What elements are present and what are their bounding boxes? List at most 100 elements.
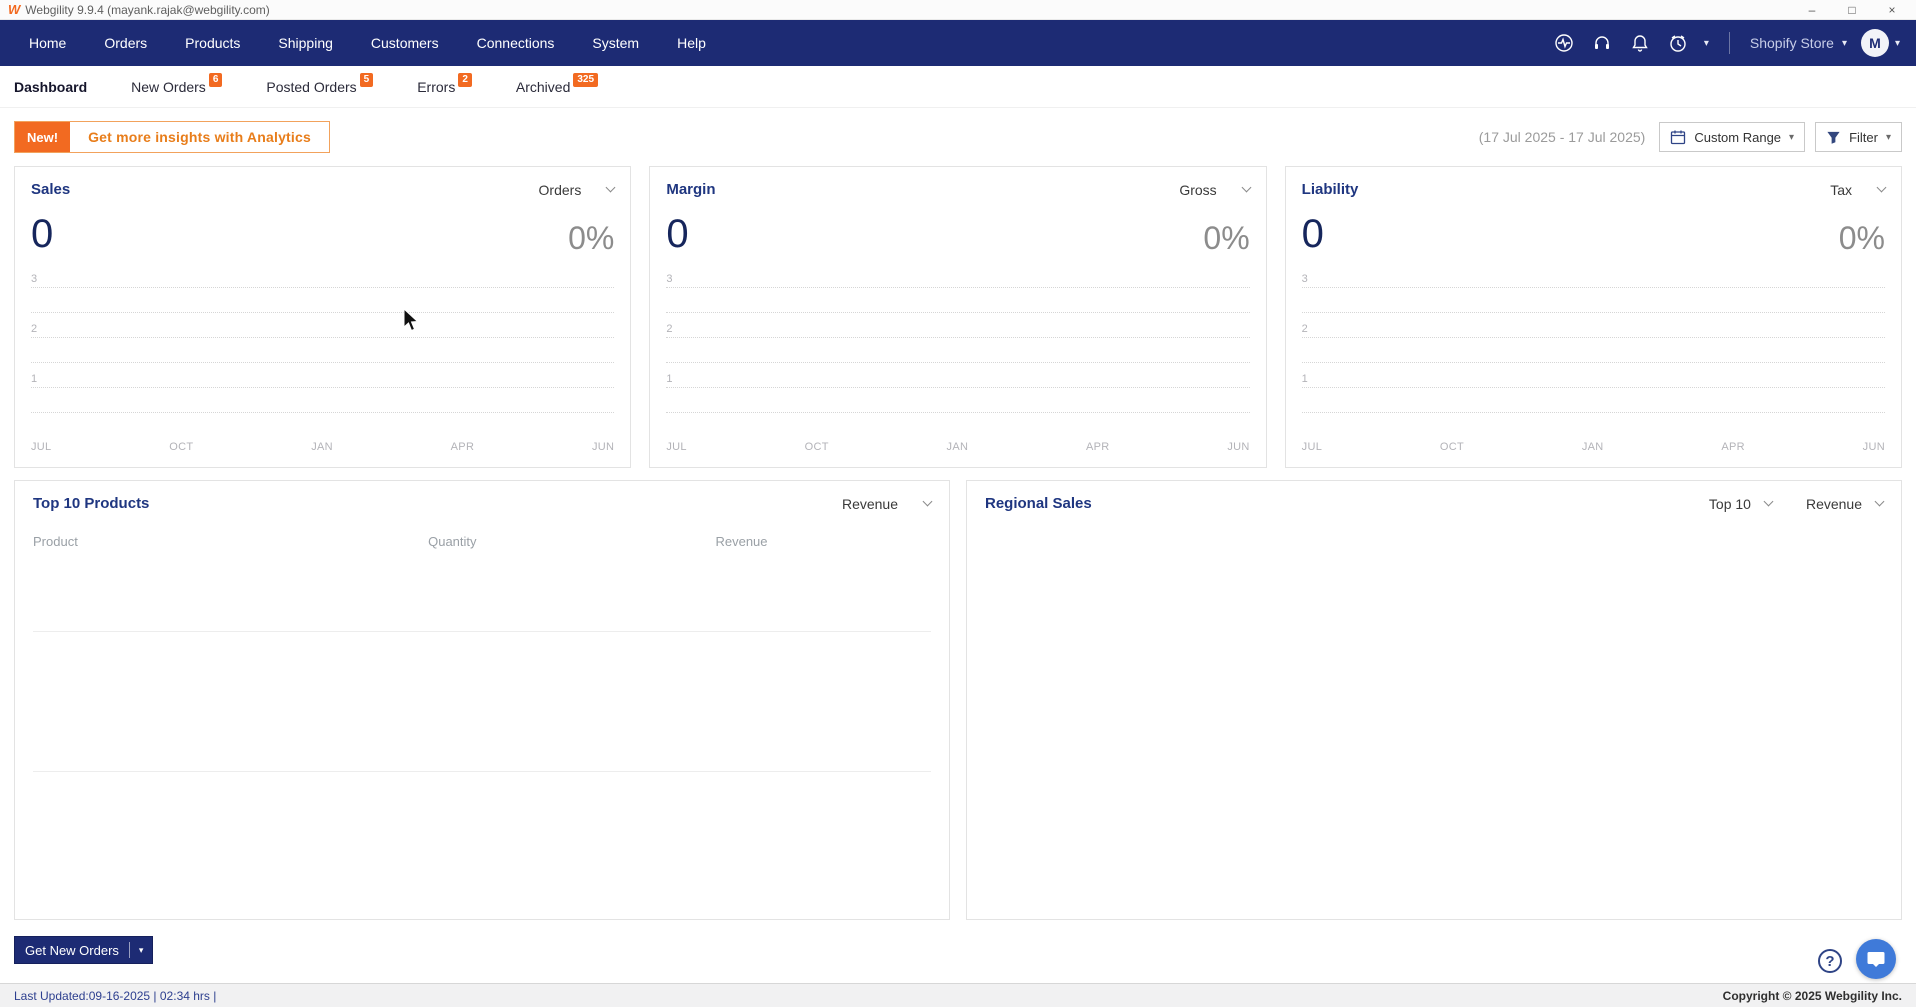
top-products-metric-dropdown[interactable]: Revenue: [841, 495, 933, 512]
y-tick: 2: [31, 323, 38, 335]
app-window: W Webgility 9.9.4 (mayank.rajak@webgilit…: [0, 0, 1916, 1007]
x-tick: OCT: [804, 441, 829, 453]
sales-metric-dropdown[interactable]: Orders: [539, 182, 616, 198]
user-menu-caret-icon: ▾: [1894, 37, 1900, 49]
liability-total-value: 0: [1301, 212, 1324, 256]
tab-new-orders-label: New Orders: [131, 78, 206, 95]
copyright-label: Copyright © 2025 Webgility Inc.: [1722, 988, 1902, 1003]
nav-item-orders[interactable]: Orders: [85, 35, 166, 51]
gridline: [31, 362, 615, 363]
tab-errors[interactable]: Errors 2: [411, 72, 478, 95]
gridline: [666, 387, 1250, 388]
nav-item-home[interactable]: Home: [10, 35, 85, 51]
nav-item-products[interactable]: Products: [166, 35, 259, 51]
close-button[interactable]: ×: [1872, 1, 1912, 19]
tab-dashboard[interactable]: Dashboard: [8, 79, 93, 95]
chat-launcher-button[interactable]: [1856, 939, 1896, 979]
analytics-pulse-icon[interactable]: [1552, 31, 1576, 55]
chevron-down-icon: [605, 182, 616, 193]
liability-x-axis: JUL OCT JAN APR JUN: [1302, 441, 1885, 453]
liability-chart: 3 2 1: [1301, 273, 1885, 433]
scheduler-caret-icon[interactable]: ▾: [1704, 38, 1709, 49]
nav-item-system[interactable]: System: [573, 35, 658, 51]
tabbar: Dashboard New Orders 6 Posted Orders 5 E…: [0, 66, 1916, 108]
chevron-down-icon: [1874, 496, 1885, 507]
question-mark-icon: ?: [1825, 952, 1835, 970]
custom-range-caret-icon: ▾: [1789, 131, 1795, 143]
posted-orders-count-badge: 5: [359, 72, 374, 87]
tab-dashboard-label: Dashboard: [14, 78, 88, 95]
margin-card-title: Margin: [666, 181, 716, 198]
webgility-logo-icon: W: [8, 2, 21, 17]
gridline: [1301, 362, 1885, 363]
x-tick: JAN: [311, 441, 333, 453]
regional-topn-dropdown[interactable]: Top 10: [1708, 495, 1774, 512]
margin-metric-dropdown[interactable]: Gross: [1179, 181, 1252, 198]
gridline: [666, 287, 1250, 288]
column-quantity: Quantity: [428, 534, 477, 549]
regional-metric-dropdown[interactable]: Revenue: [1806, 496, 1885, 512]
gridline: [666, 337, 1250, 338]
minimize-button[interactable]: –: [1792, 1, 1832, 19]
table-row-separator: [33, 631, 931, 632]
sales-card-title: Sales: [31, 181, 71, 198]
sales-chart: 3 2 1: [31, 273, 615, 433]
x-tick: JAN: [1581, 441, 1604, 453]
liability-metric-dropdown[interactable]: Tax: [1830, 182, 1887, 198]
top-products-metric-value: Revenue: [841, 495, 898, 512]
margin-metric-value: Gross: [1179, 181, 1217, 198]
new-badge: New!: [15, 122, 71, 152]
x-tick: OCT: [169, 441, 194, 453]
margin-chart: 3 2 1: [666, 273, 1250, 433]
x-tick: APR: [450, 441, 475, 453]
avatar: M: [1860, 29, 1889, 57]
nav-item-connections[interactable]: Connections: [458, 35, 574, 51]
new-orders-count-badge: 6: [208, 72, 223, 87]
statusbar: Last Updated:09-16-2025 | 02:34 hrs | Co…: [0, 983, 1916, 1007]
date-range-label: (17 Jul 2025 - 17 Jul 2025): [1478, 129, 1646, 145]
y-tick: 3: [1301, 273, 1308, 285]
calendar-icon: [1671, 130, 1686, 145]
tab-archived[interactable]: Archived 325: [510, 72, 604, 95]
get-new-orders-button[interactable]: Get New Orders ▾: [14, 936, 154, 964]
filter-button[interactable]: Filter ▾: [1815, 122, 1902, 152]
store-caret-icon: ▾: [1841, 37, 1847, 49]
nav-item-customers[interactable]: Customers: [352, 35, 458, 51]
regional-sales-title: Regional Sales: [985, 495, 1092, 512]
help-button[interactable]: ?: [1818, 949, 1842, 973]
chevron-down-icon: [1241, 182, 1252, 193]
maximize-button[interactable]: □: [1832, 1, 1872, 19]
store-selector-dropdown[interactable]: Shopify Store ▾: [1750, 35, 1847, 51]
margin-total-value: 0: [666, 212, 689, 256]
gridline: [1301, 312, 1885, 313]
column-revenue: Revenue: [715, 534, 768, 549]
scheduler-clock-icon[interactable]: [1666, 31, 1690, 55]
table-row-separator: [33, 771, 931, 772]
sales-percent-value: 0%: [568, 220, 615, 256]
filter-funnel-icon: [1827, 131, 1840, 144]
margin-percent-value: 0%: [1203, 220, 1250, 256]
tab-posted-orders[interactable]: Posted Orders 5: [260, 72, 379, 95]
x-tick: JAN: [946, 441, 969, 453]
chat-bubble-icon: [1867, 952, 1885, 967]
x-tick: JUL: [666, 441, 687, 453]
filter-label: Filter: [1849, 129, 1878, 145]
nav-item-help[interactable]: Help: [658, 35, 725, 51]
nav-item-shipping[interactable]: Shipping: [259, 35, 352, 51]
x-tick: JUL: [1301, 441, 1323, 453]
main-content: New! Get more insights with Analytics (1…: [0, 108, 1916, 964]
tab-errors-label: Errors: [417, 78, 456, 95]
analytics-promo-banner[interactable]: New! Get more insights with Analytics: [14, 121, 330, 153]
get-new-orders-caret-icon[interactable]: ▾: [130, 945, 153, 956]
x-tick: JUN: [1862, 441, 1885, 453]
custom-range-button[interactable]: Custom Range ▾: [1659, 122, 1806, 152]
headset-support-icon[interactable]: [1590, 31, 1614, 55]
user-menu[interactable]: M ▾: [1860, 29, 1900, 57]
tab-posted-orders-label: Posted Orders: [266, 78, 357, 95]
titlebar: W Webgility 9.9.4 (mayank.rajak@webgilit…: [0, 0, 1916, 20]
chevron-down-icon: [922, 496, 933, 507]
custom-range-label: Custom Range: [1694, 129, 1782, 145]
regional-topn-value: Top 10: [1708, 495, 1751, 512]
tab-new-orders[interactable]: New Orders 6: [125, 72, 228, 95]
notifications-bell-icon[interactable]: [1628, 31, 1652, 55]
